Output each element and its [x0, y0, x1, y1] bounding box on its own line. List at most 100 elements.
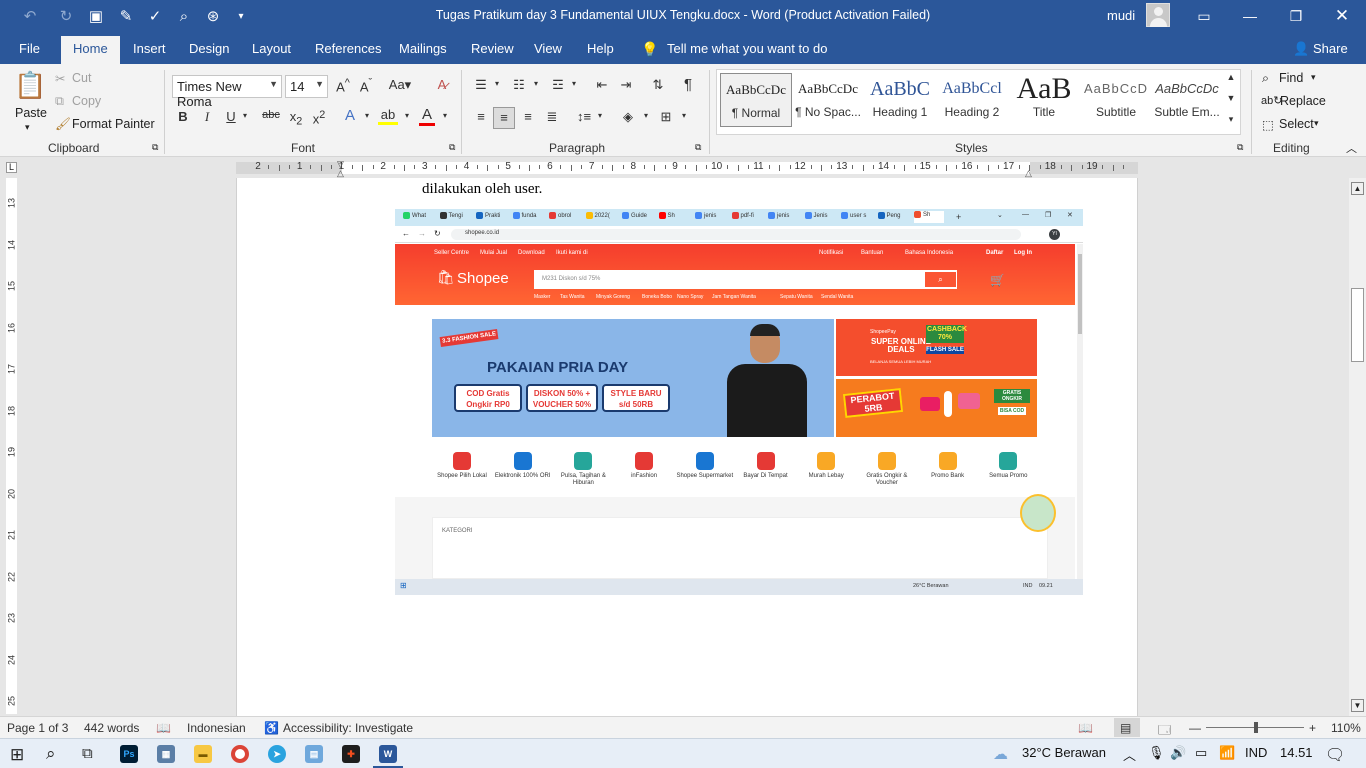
undo-icon[interactable]: ↶	[20, 7, 40, 27]
battery-icon[interactable]: ▭	[1195, 745, 1207, 761]
font-size-combo[interactable]: 14 ▼	[285, 75, 328, 98]
gallery-up-icon[interactable]: ▲	[1225, 72, 1237, 82]
minimize-button[interactable]: —	[1227, 0, 1273, 33]
windows-start-icon[interactable]: ⊞	[10, 745, 24, 765]
chevron-down-icon[interactable]: ▾	[642, 111, 650, 120]
chevron-down-icon[interactable]: ▾	[532, 79, 540, 88]
decrease-indent-icon[interactable]: ⇤	[593, 77, 611, 93]
highlight-icon[interactable]: ab	[378, 107, 398, 125]
find-icon[interactable]: ⌕	[1262, 71, 1269, 86]
tab-file[interactable]: File	[19, 41, 40, 56]
tab-references[interactable]: References	[315, 41, 381, 56]
tell-me-search[interactable]: Tell me what you want to do	[667, 41, 827, 56]
tab-help[interactable]: Help	[587, 41, 614, 56]
chevron-down-icon[interactable]: ▾	[402, 111, 412, 120]
align-center-icon[interactable]: ≡	[493, 107, 515, 129]
zoom-out-icon[interactable]: —	[1189, 721, 1201, 735]
increase-indent-icon[interactable]: ⇥	[617, 77, 635, 93]
align-left-icon[interactable]: ≡	[472, 109, 490, 124]
chevron-down-icon[interactable]: ▾	[493, 79, 501, 88]
embedded-screenshot-image[interactable]: What Tengi Prakti funda obrol 2022(Guide Sh jen…	[395, 209, 1083, 595]
styles-launcher-icon[interactable]: ⧉	[1237, 142, 1243, 153]
paragraph-launcher-icon[interactable]: ⧉	[695, 142, 701, 153]
figma-icon[interactable]: ✚	[342, 745, 360, 763]
avatar[interactable]	[1146, 3, 1170, 27]
notification-icon[interactable]: 🗨	[1325, 745, 1345, 765]
tab-selector-icon[interactable]: L	[6, 162, 17, 173]
underline-icon[interactable]: U	[224, 109, 238, 124]
tab-home[interactable]: Home	[61, 36, 120, 64]
chrome-icon[interactable]	[231, 745, 249, 763]
font-launcher-icon[interactable]: ⧉	[449, 142, 455, 153]
shrink-font-icon[interactable]: Aˇ	[357, 77, 375, 94]
user-name[interactable]: mudi	[1107, 8, 1135, 23]
font-color-icon[interactable]: A	[419, 106, 435, 126]
input-language[interactable]: IND	[1245, 745, 1267, 760]
tab-layout[interactable]: Layout	[252, 41, 291, 56]
touch-mode-icon[interactable]: ⊛	[203, 7, 223, 27]
select-button[interactable]: Select	[1279, 117, 1314, 131]
style-no-spacing[interactable]: AaBbCcDc ¶ No Spac...	[792, 73, 864, 127]
style-title[interactable]: AaB Title	[1008, 73, 1080, 127]
page-count[interactable]: Page 1 of 3	[7, 721, 68, 735]
text-effects-icon[interactable]: A	[341, 107, 359, 124]
format-painter-icon[interactable]: 🖌	[55, 117, 71, 132]
ribbon-display-icon[interactable]: ▭	[1181, 0, 1227, 33]
photoshop-icon[interactable]: Ps	[120, 745, 138, 763]
redo-icon[interactable]: ↻	[56, 7, 76, 27]
subscript-icon[interactable]: x2	[288, 109, 304, 128]
replace-button[interactable]: Replace	[1280, 94, 1326, 108]
chevron-down-icon[interactable]: ▾	[680, 111, 688, 120]
scroll-down-icon[interactable]: ▼	[1351, 699, 1364, 712]
bold-icon[interactable]: B	[176, 109, 190, 124]
notepad-icon[interactable]: ▤	[305, 745, 323, 763]
wifi-icon[interactable]: 📶	[1219, 745, 1235, 761]
zoom-in-icon[interactable]: +	[1309, 721, 1316, 735]
collapse-ribbon-icon[interactable]: ︿	[1346, 140, 1357, 156]
accessibility-status[interactable]: Accessibility: Investigate	[283, 721, 413, 735]
superscript-icon[interactable]: x2	[311, 109, 327, 126]
shading-icon[interactable]: ◈	[619, 109, 637, 125]
share-button[interactable]: Share	[1313, 41, 1348, 56]
chevron-down-icon[interactable]: ▾	[570, 79, 578, 88]
scroll-up-icon[interactable]: ▲	[1351, 182, 1364, 195]
print-preview-icon[interactable]: ⌕	[174, 7, 194, 27]
style-normal[interactable]: AaBbCcDc ¶ Normal	[720, 73, 792, 127]
document-text[interactable]: dilakukan oleh user.	[422, 181, 542, 198]
clipboard-launcher-icon[interactable]: ⧉	[152, 142, 158, 153]
italic-icon[interactable]: I	[200, 109, 214, 125]
tab-review[interactable]: Review	[471, 41, 514, 56]
clear-formatting-icon[interactable]: A̷	[433, 77, 451, 92]
gallery-down-icon[interactable]: ▼	[1225, 93, 1237, 103]
restore-button[interactable]: ❐	[1273, 0, 1319, 33]
style-heading-2[interactable]: AaBbCcl Heading 2	[936, 73, 1008, 127]
change-case-icon[interactable]: Aa▾	[387, 77, 413, 93]
search-icon[interactable]: ⌕	[46, 744, 56, 764]
style-heading-1[interactable]: AaBbC Heading 1	[864, 73, 936, 127]
chevron-down-icon[interactable]: ▾	[240, 111, 250, 120]
chevron-down-icon[interactable]: ▾	[362, 111, 372, 120]
grow-font-icon[interactable]: A^	[334, 77, 352, 94]
proofing-icon[interactable]: 📖	[156, 721, 171, 735]
vertical-scrollbar[interactable]: ▲ ▼	[1349, 178, 1366, 716]
show-formatting-icon[interactable]: ¶	[679, 76, 697, 93]
paste-icon[interactable]: 📋	[14, 70, 46, 102]
chevron-down-icon[interactable]: ▾	[596, 111, 604, 120]
justify-icon[interactable]: ≣	[543, 109, 561, 125]
customize-qat-icon[interactable]: ▾	[231, 7, 251, 27]
tab-insert[interactable]: Insert	[133, 41, 166, 56]
word-count[interactable]: 442 words	[84, 721, 139, 735]
scroll-thumb[interactable]	[1351, 288, 1364, 362]
zoom-slider-thumb[interactable]	[1254, 722, 1258, 733]
vertical-ruler[interactable]: 13 14 15 16 17 18 19 20 21 22 23 24 25	[6, 178, 17, 714]
weather-icon[interactable]: ☁	[993, 745, 1008, 763]
paste-dropdown-icon[interactable]: ▾	[25, 122, 30, 133]
language-indicator[interactable]: Indonesian	[187, 721, 246, 735]
telegram-icon[interactable]: ➤	[268, 745, 286, 763]
clock[interactable]: 14.51	[1280, 745, 1313, 760]
sort-icon[interactable]: ⇅	[649, 77, 667, 93]
multilevel-list-icon[interactable]: ☲	[549, 77, 567, 93]
volume-icon[interactable]: 🔊	[1170, 745, 1186, 761]
chevron-up-icon[interactable]: ︿	[1123, 745, 1136, 764]
font-name-combo[interactable]: Times New Roma ▼	[172, 75, 282, 109]
